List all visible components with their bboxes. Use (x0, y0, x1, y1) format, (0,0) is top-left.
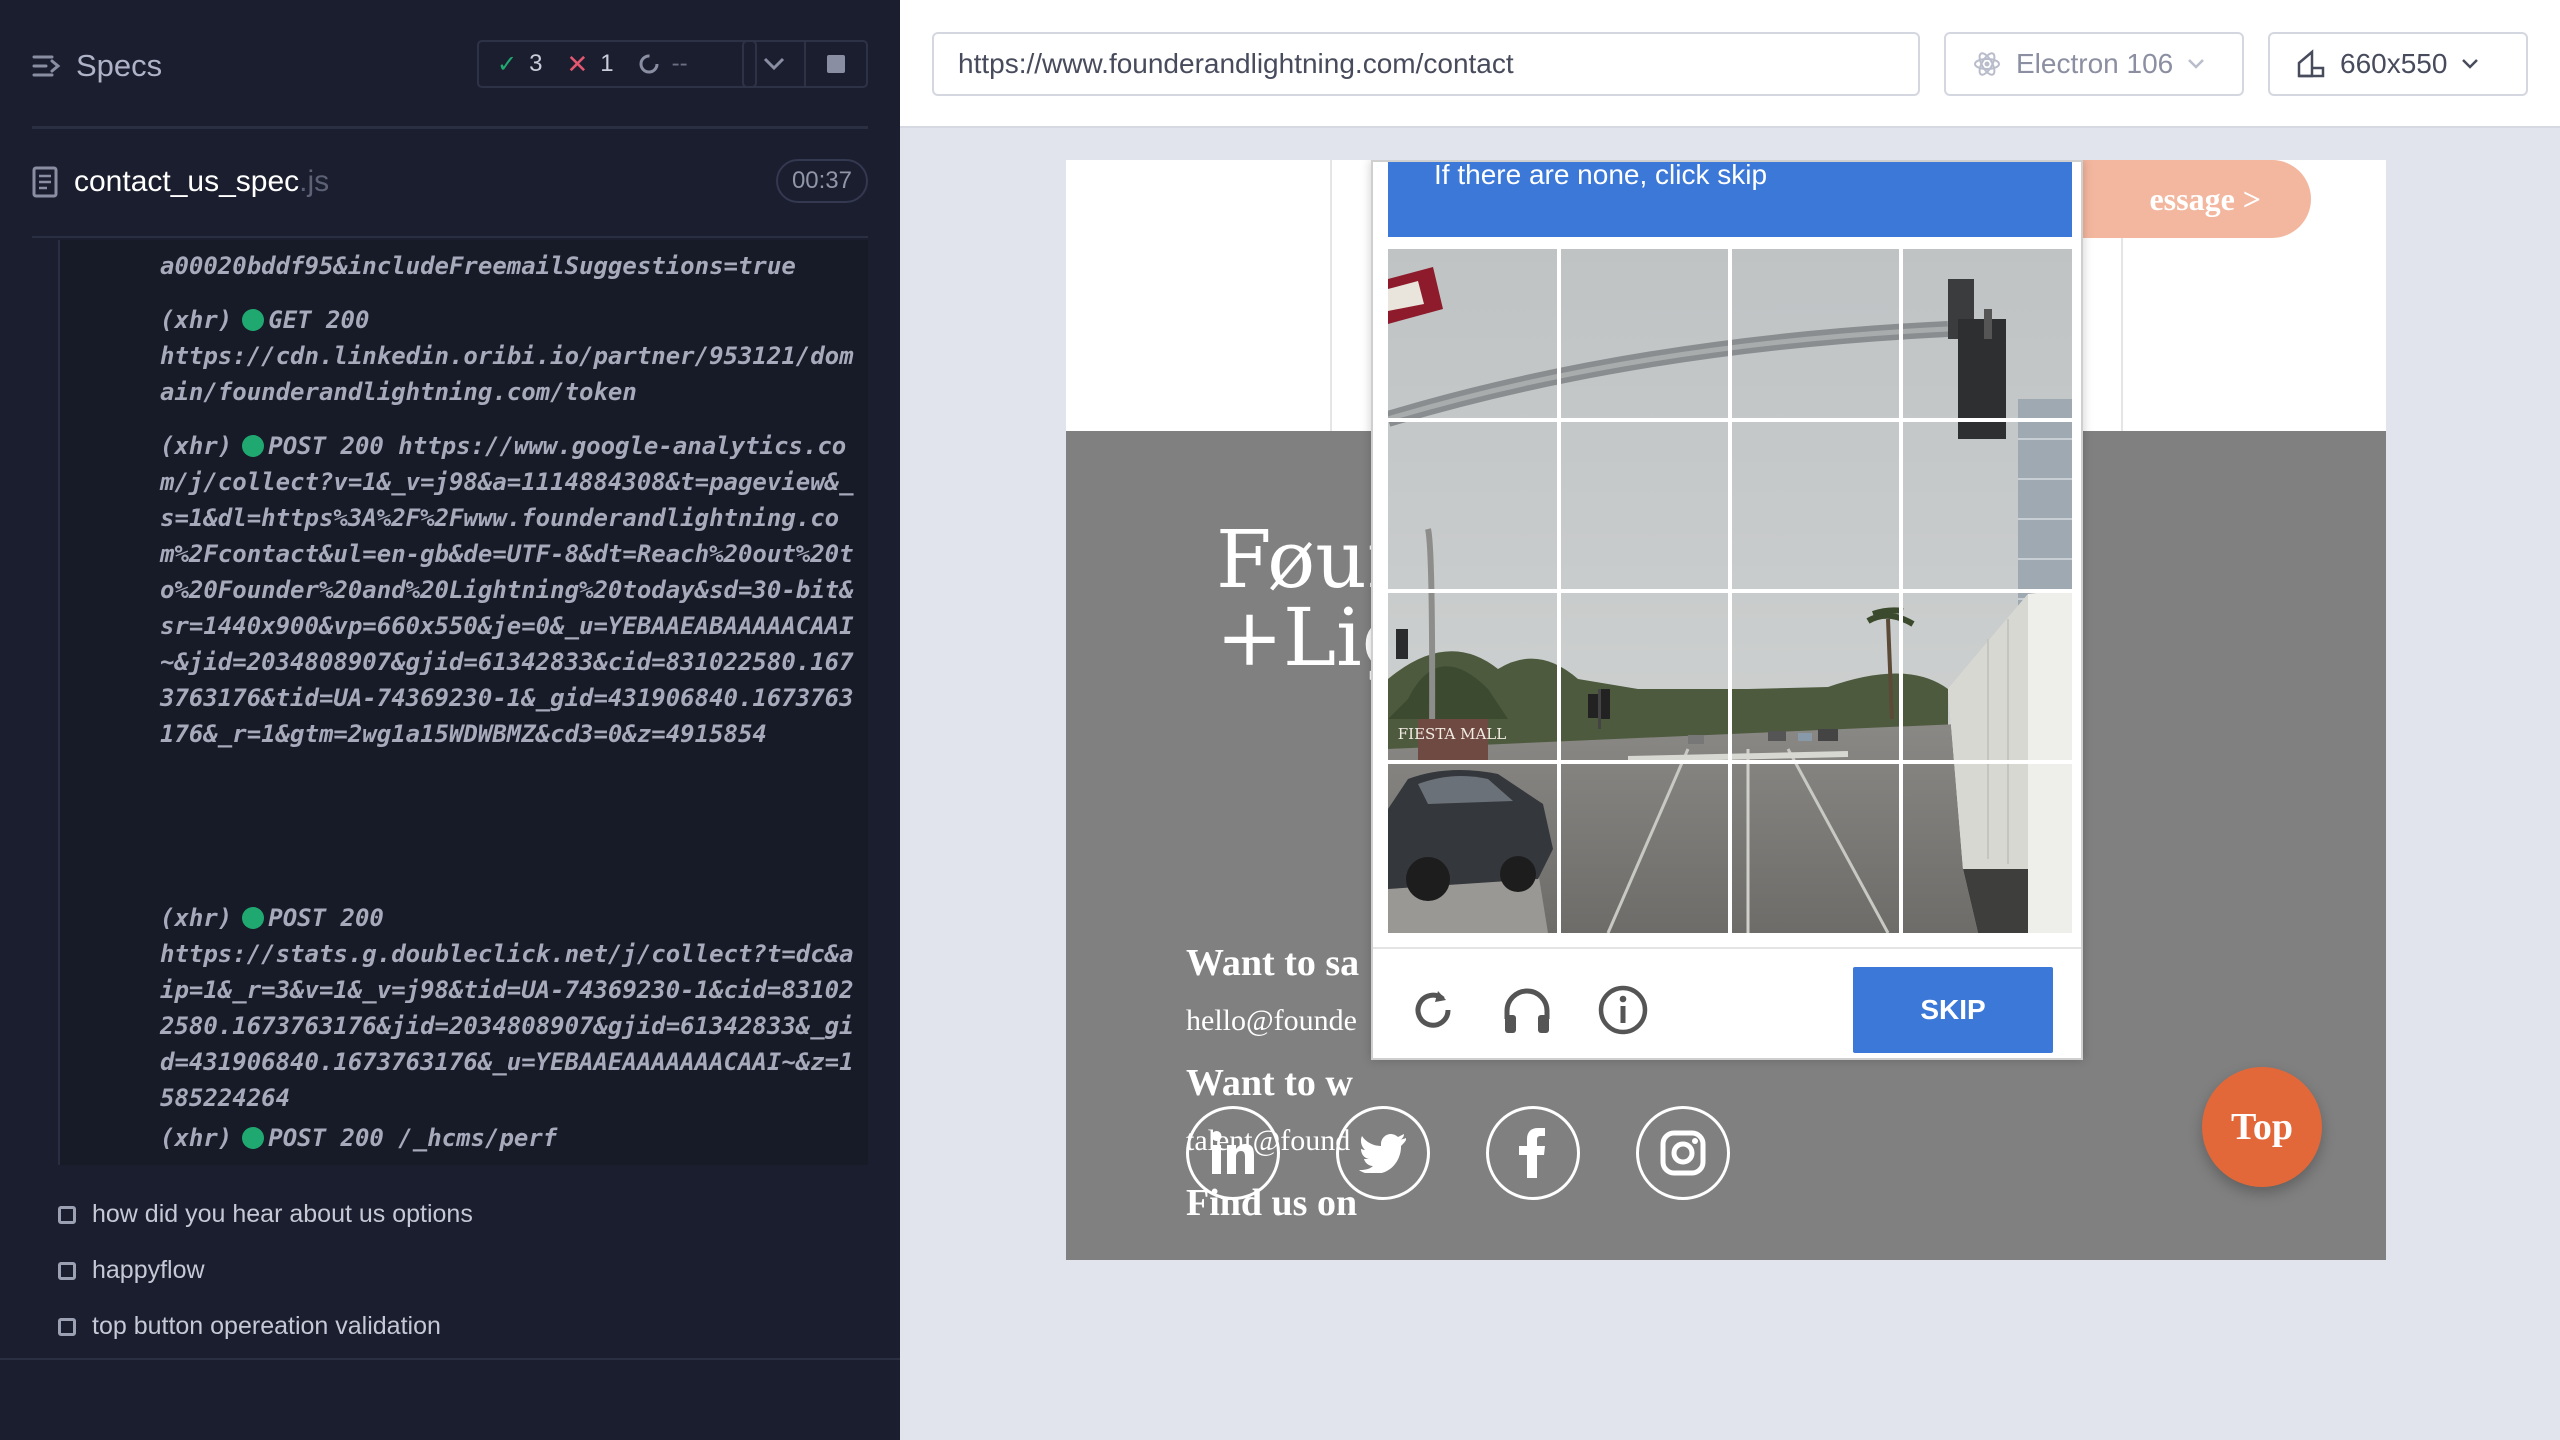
pending-count: -- (638, 50, 688, 78)
facebook-icon (1519, 1128, 1545, 1178)
linkedin-icon (1211, 1131, 1254, 1174)
browser-selector[interactable]: Electron 106 (1944, 32, 2244, 96)
status-dot-icon (242, 907, 265, 929)
specs-toggle[interactable]: Specs (32, 48, 162, 84)
test-stats: ✓ 3 ✕ 1 -- (477, 40, 757, 88)
checkbox-icon (58, 1317, 76, 1336)
status-dot-icon (242, 435, 265, 457)
chevron-down-icon (2188, 59, 2205, 69)
url-bar[interactable]: https://www.founderandlightning.com/cont… (932, 32, 1920, 96)
form-column-border (1330, 160, 1332, 431)
viewport-selector[interactable]: 660x550 (2268, 32, 2528, 96)
chevron-down-icon (763, 57, 785, 71)
cypress-reporter: Specs ✓ 3 ✕ 1 -- contact_us_spec .js 00:… (0, 0, 900, 1440)
twitter-link[interactable] (1336, 1106, 1430, 1200)
stop-icon (827, 55, 845, 73)
svg-text:FIESTA MALL: FIESTA MALL (1398, 725, 1506, 743)
checkbox-icon (58, 1205, 76, 1224)
test-item[interactable]: happyflow (58, 1256, 205, 1285)
checkbox-icon (58, 1261, 76, 1280)
log-entry: (xhr) POST 200 https://stats.g.doubleclick… (160, 904, 854, 1112)
log-entry: a00020bddf95&includeFreemailSuggestions=… (160, 252, 796, 280)
reload-button[interactable] (1405, 982, 1461, 1038)
instagram-link[interactable] (1636, 1106, 1730, 1200)
captcha-instruction-banner: If there are none, click skip (1388, 160, 2072, 237)
chevron-down-icon (2462, 59, 2479, 69)
headphones-icon (1504, 988, 1550, 1033)
log-entry: (xhr) POST 200 https://www.google-analyti… (160, 432, 854, 748)
check-icon: ✓ (497, 50, 518, 78)
failed-count: ✕ 1 (566, 48, 614, 79)
linkedin-link[interactable] (1186, 1106, 1280, 1200)
work-heading: Want to w (1186, 1062, 1353, 1104)
passed-count: ✓ 3 (497, 50, 543, 78)
collapse-button[interactable] (744, 42, 806, 86)
log-entry: (xhr) POST 200 /_hcms/perf (160, 1124, 558, 1152)
twitter-icon (1359, 1134, 1406, 1173)
file-icon (32, 166, 58, 198)
help-button[interactable] (1595, 982, 1651, 1038)
app-under-test: essage > Føun +Lig Want to sa hello@foun… (1066, 160, 2386, 1260)
scroll-to-top-button[interactable]: Top (2202, 1067, 2322, 1187)
run-controls (742, 40, 868, 88)
specs-title: Specs (76, 48, 163, 83)
captcha-footer-divider (1373, 947, 2081, 949)
street-scene-image: FIESTA MALL (1388, 249, 2072, 933)
spinner-icon (639, 54, 659, 74)
header-divider (32, 126, 868, 129)
send-message-button[interactable]: essage > (2051, 160, 2311, 238)
sales-heading: Want to sa (1186, 942, 1360, 984)
recaptcha-challenge: If there are none, click skip FIESTA MAL… (1371, 160, 2083, 1060)
spec-file-row: contact_us_spec .js 00:37 (32, 155, 868, 211)
audio-challenge-button[interactable] (1499, 982, 1555, 1038)
spec-divider (32, 236, 868, 238)
aut-toolbar: https://www.founderandlightning.com/cont… (900, 0, 2560, 128)
ruler-icon (2297, 49, 2325, 78)
reporter-bottom-divider (0, 1358, 900, 1360)
instagram-icon (1660, 1130, 1706, 1176)
skip-button[interactable]: SKIP (1853, 967, 2053, 1053)
stop-button[interactable] (806, 42, 866, 86)
specs-menu-icon (32, 55, 61, 77)
spec-file-name[interactable]: contact_us_spec .js (32, 165, 329, 199)
spec-duration: 00:37 (775, 159, 868, 203)
test-item[interactable]: how did you hear about us options (58, 1200, 473, 1229)
command-log[interactable]: a00020bddf95&includeFreemailSuggestions=… (58, 240, 868, 1165)
captcha-image-grid[interactable]: FIESTA MALL (1388, 249, 2072, 933)
reload-icon (1415, 991, 1451, 1028)
cross-icon: ✕ (566, 48, 589, 79)
status-dot-icon (242, 309, 265, 331)
captcha-instruction: If there are none, click skip (1434, 160, 1768, 190)
sales-email-link[interactable]: hello@founde (1186, 1004, 1357, 1038)
status-dot-icon (242, 1127, 265, 1149)
log-entry: (xhr) GET 200 https://cdn.linkedin.oribi.i… (160, 306, 854, 406)
electron-icon (1974, 52, 2000, 76)
test-item[interactable]: top button opereation validation (58, 1312, 441, 1341)
info-icon (1598, 985, 1648, 1035)
facebook-link[interactable] (1486, 1106, 1580, 1200)
reporter-header: Specs ✓ 3 ✕ 1 -- (32, 30, 868, 100)
